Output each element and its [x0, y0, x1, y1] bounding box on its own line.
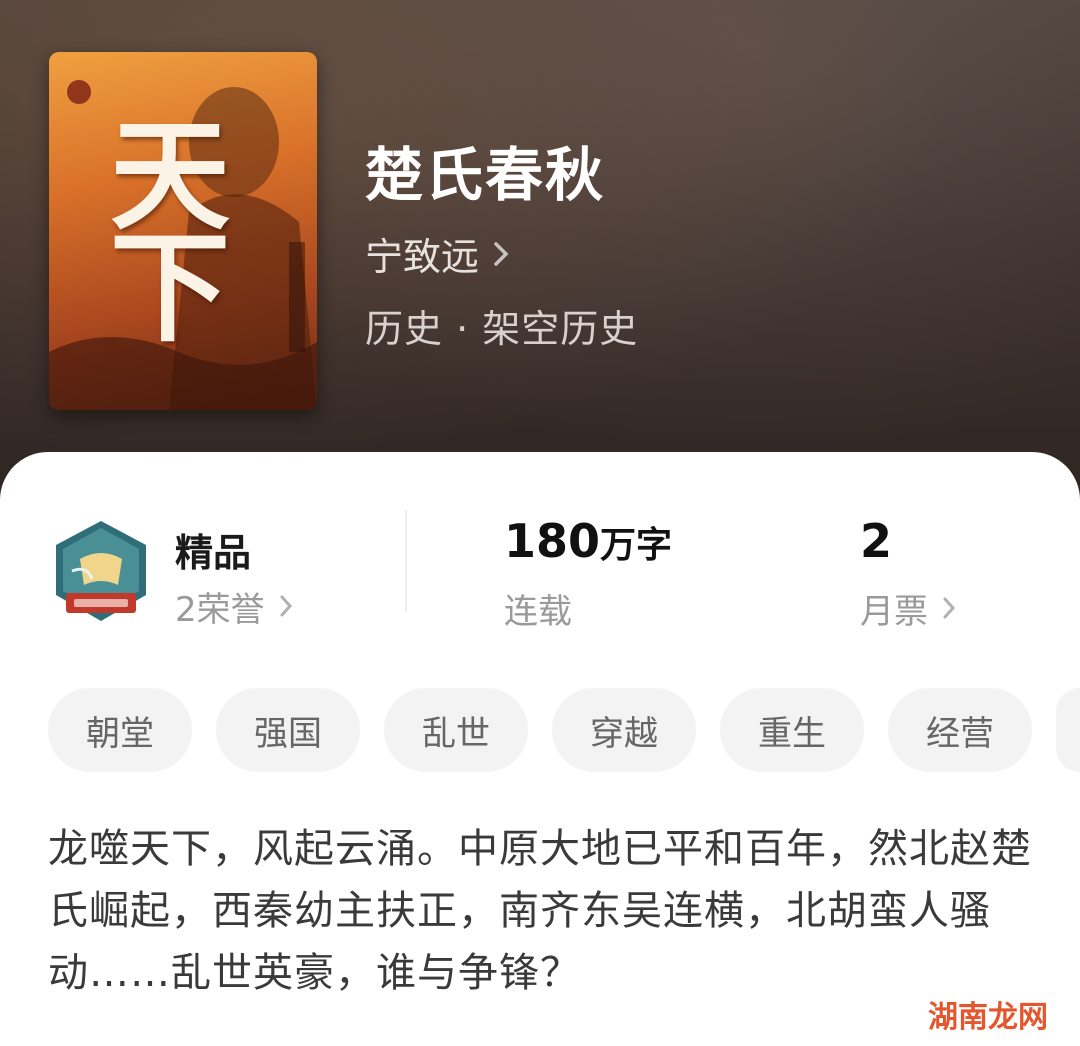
tag-chip[interactable]: 乱世: [384, 688, 528, 772]
cover-title: 天下: [89, 112, 230, 336]
monthly-votes: 2: [860, 514, 892, 568]
serial-status: 连载: [504, 592, 572, 632]
monthly-votes-label: 月票: [860, 592, 928, 632]
book-title: 楚氏春秋: [365, 141, 606, 209]
honor-count: 2荣誉: [175, 590, 265, 630]
stats-divider: [405, 510, 407, 612]
book-cover[interactable]: 天下: [49, 52, 317, 410]
tag-chip-overflow[interactable]: [1056, 688, 1080, 772]
tag-chip[interactable]: 重生: [720, 688, 864, 772]
word-count-number: 180: [504, 514, 601, 568]
chevron-right-icon: [279, 587, 293, 627]
monthly-votes-link[interactable]: 月票: [860, 584, 956, 633]
book-info-card: 精品 2荣誉 180万字 连载 2 月票 朝堂 强国 乱世 穿越 重生 经营 龙…: [0, 452, 1080, 1046]
word-count: 180万字: [504, 514, 672, 568]
watermark-logo: 湖南龙网: [928, 1000, 1048, 1035]
honor-link[interactable]: 2荣誉: [175, 582, 293, 631]
tag-list: 朝堂 强国 乱世 穿越 重生 经营: [48, 688, 1080, 772]
book-header: 天下 楚氏春秋 宁致远 历史 · 架空历史: [0, 0, 1080, 520]
badge-title: 精品: [175, 531, 252, 575]
chevron-right-icon: [942, 589, 956, 629]
tag-chip[interactable]: 穿越: [552, 688, 696, 772]
chevron-right-icon: [493, 232, 509, 276]
honor-badge-icon[interactable]: [52, 519, 150, 627]
stats-row: 精品 2荣誉 180万字 连载 2 月票: [0, 452, 1080, 652]
author-link[interactable]: 宁致远: [365, 226, 509, 281]
monthly-votes-number: 2: [860, 514, 893, 568]
word-count-unit: 万字: [600, 525, 673, 566]
author-name: 宁致远: [365, 235, 480, 279]
tag-chip[interactable]: 经营: [888, 688, 1032, 772]
tag-chip[interactable]: 强国: [216, 688, 360, 772]
genre-label: 历史 · 架空历史: [365, 307, 639, 351]
tag-chip[interactable]: 朝堂: [48, 688, 192, 772]
book-description: 龙噬天下，风起云涌。中原大地已平和百年，然北赵楚氏崛起，西秦幼主扶正，南齐东吴连…: [48, 826, 1032, 996]
